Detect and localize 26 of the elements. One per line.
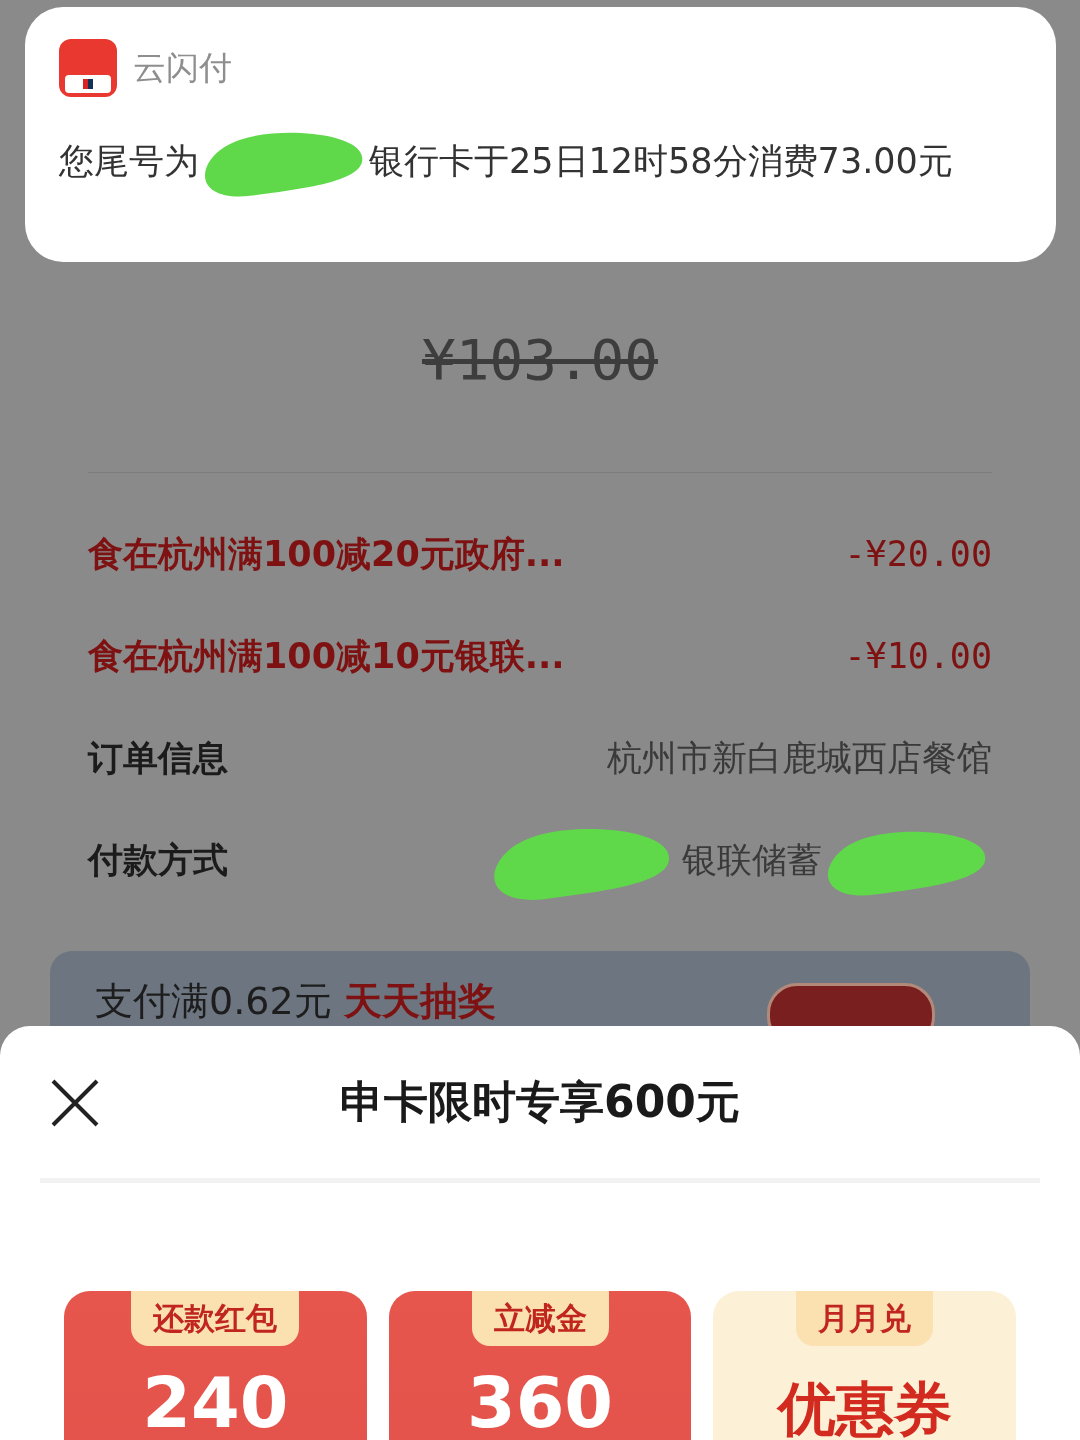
promo-text: 支付满0.62元 天天抽奖 [95,978,496,1025]
original-price: ¥103.00 [422,327,658,392]
discount-label: 食在杭州满100减10元银联... [88,634,565,678]
notification-card[interactable]: 云闪付 您尾号为 银行卡于25日12时58分消费73.00元 [25,7,1056,262]
coupon-card[interactable]: 月月兑 优惠券 [713,1291,1016,1440]
app-name: 云闪付 [133,47,232,90]
coupon-card[interactable]: 还款红包 240 [64,1291,367,1440]
close-button[interactable] [50,1078,100,1128]
sheet-title: 申卡限时专享600元 [340,1075,740,1129]
app-logo-icon [59,39,117,97]
coupon-value: 240 [142,1367,289,1438]
info-value: 银联储蓄 [682,838,822,882]
info-label: 订单信息 [88,736,228,780]
coupon-card[interactable]: 立减金 360 [388,1291,692,1440]
notification-message: 银行卡于25日12时58分消费73.00元 [369,139,953,183]
coupon-tag: 还款红包 [131,1291,300,1346]
coupon-tag: 月月兑 [796,1291,934,1346]
info-label: 付款方式 [88,838,228,882]
coupon-tag: 立减金 [471,1291,609,1346]
info-value: 杭州市新白鹿城西店餐馆 [607,736,992,780]
discount-label: 食在杭州满100减20元政府... [88,532,565,576]
coupon-value: 360 [466,1367,614,1438]
notification-message: 您尾号为 [59,139,199,183]
coupon-value: 优惠券 [777,1379,952,1438]
discount-amount: -¥20.00 [844,532,992,576]
discount-amount: -¥10.00 [844,634,992,678]
